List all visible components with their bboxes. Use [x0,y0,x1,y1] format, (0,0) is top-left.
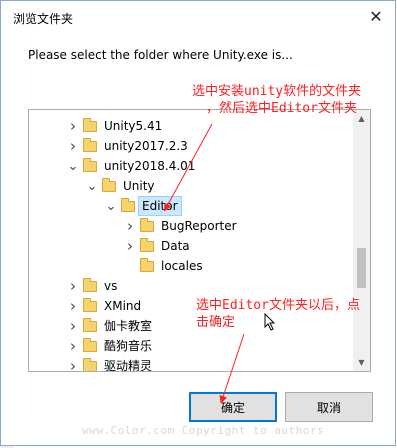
tree-item-label: Editor [138,196,182,216]
tree-item[interactable]: › vs [29,276,370,296]
tree-item-label: 伽卡教室 [104,319,153,333]
prompt-text: Please select the folder where Unity.exe… [28,48,293,62]
chevron-right-icon[interactable]: › [67,116,79,136]
dialog-title: 浏览文件夹 [13,12,74,26]
close-button[interactable]: ✕ [357,1,395,31]
chevron-right-icon[interactable]: › [67,136,79,156]
chevron-right-icon[interactable]: › [67,336,79,356]
tree-item[interactable]: ⌄ Unity [29,176,370,196]
tree-item-label: Data [161,239,190,253]
tree-item-label: 驱动精灵 [104,359,153,372]
tree-item[interactable]: locales [29,256,370,276]
tree-item[interactable]: ⌄ unity2018.4.01 [29,156,370,176]
chevron-down-icon[interactable]: ⌄ [86,176,98,196]
chevron-down-icon[interactable]: ⌄ [105,196,117,216]
tree-item[interactable]: ⌄ Editor [29,196,370,216]
chevron-right-icon[interactable]: › [67,276,79,296]
folder-icon [83,357,97,371]
folder-icon [83,317,97,332]
expander-placeholder [124,256,136,276]
tree-item-label: 酷狗音乐 [104,339,153,353]
annotation-bottom-line2: 击确定 [196,315,236,330]
chevron-right-icon[interactable]: › [67,356,79,371]
folder-icon [102,177,116,192]
tree-item[interactable]: › Unity5.41 [29,116,370,136]
tree-item[interactable]: › 酷狗音乐 [29,336,370,356]
folder-icon [83,137,97,152]
folder-icon [140,257,154,272]
ok-button[interactable]: 确定 [189,392,277,422]
folder-icon [83,337,97,352]
folder-tree[interactable]: ▲ ▼ › Unity5.41 › unity2017.2.3 ⌄ unity2018.4… [28,109,371,372]
title-bar: 浏览文件夹 ✕ [1,1,395,33]
tree-item-label: unity2017.2.3 [104,139,188,153]
chevron-right-icon[interactable]: › [124,236,136,256]
folder-icon [83,117,97,132]
folder-icon [83,277,97,292]
tree-item-label: vs [104,279,118,293]
folder-icon [140,237,154,252]
tree-item-label: locales [161,259,203,273]
tree-item-label: Unity5.41 [104,119,163,133]
chevron-right-icon[interactable]: › [67,316,79,336]
folder-icon [83,297,97,312]
mouse-cursor-icon [264,313,276,331]
tree-item-label: unity2018.4.01 [104,159,196,173]
folder-icon [83,157,97,172]
tree-item[interactable]: › unity2017.2.3 [29,136,370,156]
annotation-top-line2: ，然后选中Editor文件夹 [206,101,357,116]
cancel-button[interactable]: 取消 [285,392,373,422]
tree-item-label: XMind [104,299,142,313]
tree-item-label: Unity [123,179,155,193]
folder-icon [121,197,135,212]
chevron-right-icon[interactable]: › [124,216,136,236]
tree-item[interactable]: › 驱动精灵 [29,356,370,372]
watermark: www.Color.com Copyright to authors [82,424,325,437]
tree-item-label: BugReporter [161,219,237,233]
chevron-down-icon[interactable]: ⌄ [67,156,79,176]
tree-item[interactable]: › Data [29,236,370,256]
chevron-right-icon[interactable]: › [67,296,79,316]
folder-icon [140,217,154,232]
close-icon: ✕ [369,6,383,26]
browse-folder-dialog: 浏览文件夹 ✕ Please select the folder where U… [0,0,396,446]
tree-item[interactable]: › BugReporter [29,216,370,236]
